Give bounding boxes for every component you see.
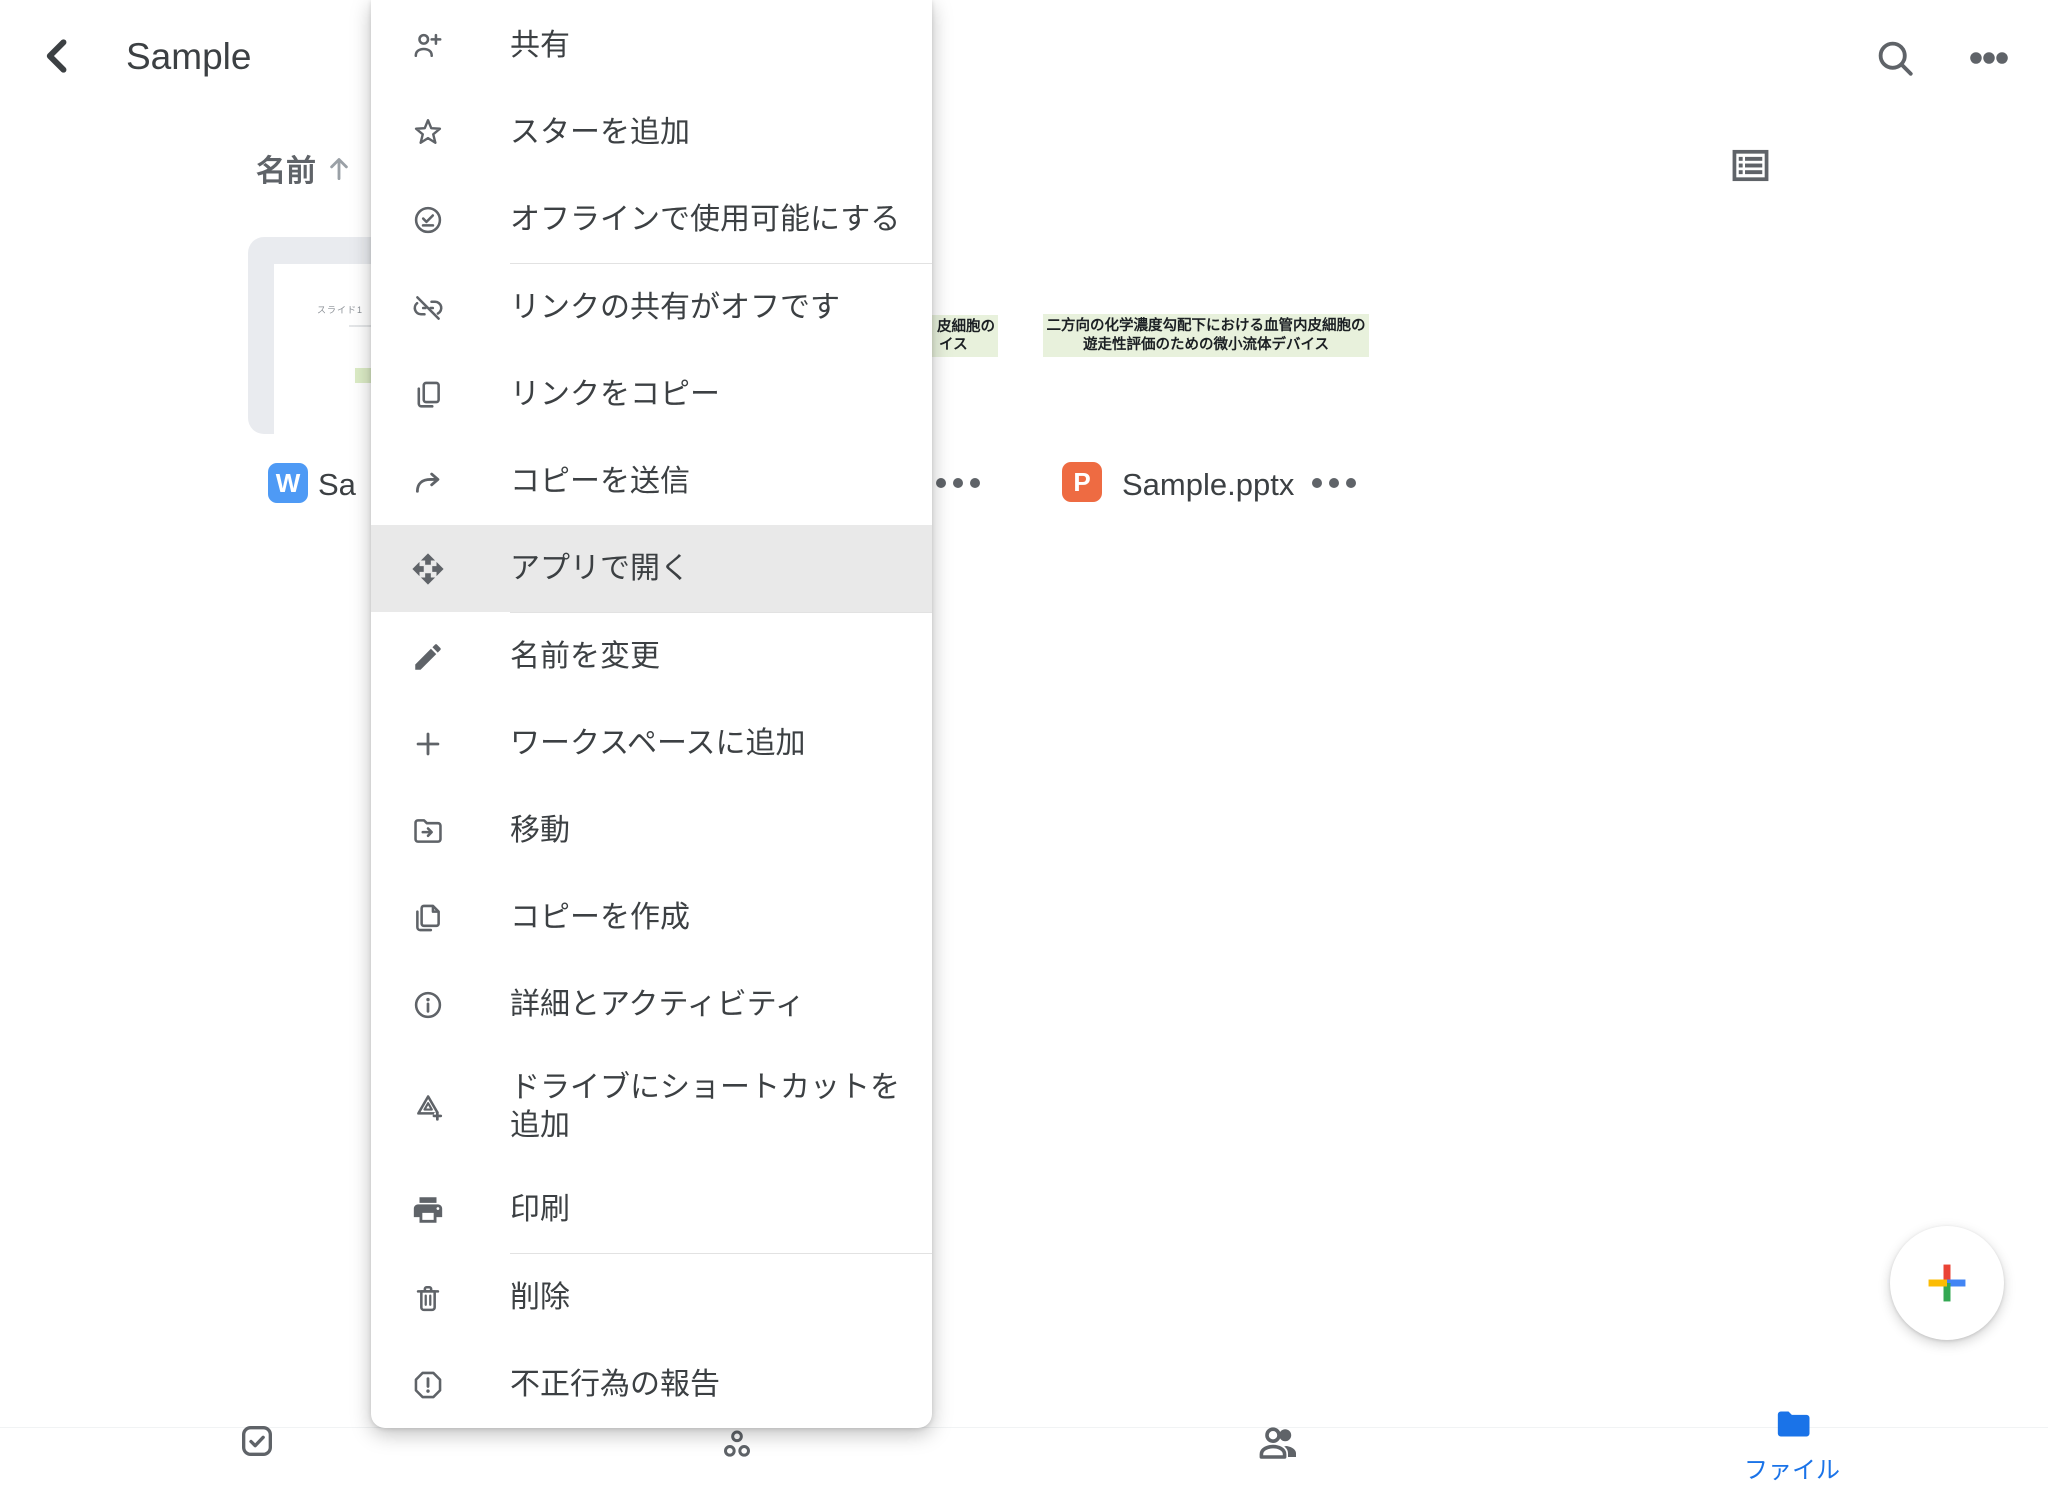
powerpoint-file-badge: P xyxy=(1062,462,1102,502)
pencil-icon xyxy=(411,640,445,674)
menu-item-label: 印刷 xyxy=(510,1191,570,1229)
drive-app-screen: Sample 名前 スライド1 W Sa 皮細胞の イス 二方向の化学濃度勾配下… xyxy=(0,0,2048,1497)
nav-item-files[interactable]: ファイル xyxy=(1742,1404,1842,1485)
person-add-icon xyxy=(411,29,445,63)
menu-item-label: リンクをコピー xyxy=(510,376,720,414)
offline-pin-icon xyxy=(411,203,445,237)
page-title: Sample xyxy=(126,36,251,78)
google-plus-icon xyxy=(1920,1256,1974,1310)
file-name[interactable]: Sample.pptx xyxy=(1122,467,1294,503)
thumbnail-text-fragment: イス xyxy=(939,336,968,355)
nav-item-shared[interactable] xyxy=(1255,1419,1303,1467)
file-more-button[interactable] xyxy=(1312,478,1356,488)
badge-letter: P xyxy=(1073,467,1090,498)
menu-item-label: 詳細とアクティビティ xyxy=(510,986,805,1024)
more-horiz-icon xyxy=(1346,478,1356,488)
star-icon xyxy=(411,116,445,150)
menu-item-link-sharing-off[interactable]: リンクの共有がオフです xyxy=(371,264,932,351)
send-copy-icon xyxy=(411,465,445,499)
menu-item-add-shortcut-to-drive[interactable]: ドライブにショートカットを追加 xyxy=(371,1048,932,1166)
word-file-badge: W xyxy=(268,463,308,503)
nav-item-workspaces[interactable] xyxy=(717,1424,757,1464)
hub-icon xyxy=(717,1424,757,1464)
search-icon xyxy=(1872,35,1918,81)
thumbnail-text-line: 二方向の化学濃度勾配下における血管内皮細胞の xyxy=(1047,317,1366,336)
menu-item-label: リンクの共有がオフです xyxy=(510,289,840,327)
sort-control[interactable]: 名前 xyxy=(256,146,356,190)
nav-item-label: ファイル xyxy=(1742,1450,1842,1485)
menu-item-details-activity[interactable]: 詳細とアクティビティ xyxy=(371,961,932,1048)
menu-item-send-copy[interactable]: コピーを送信 xyxy=(371,438,932,525)
trash-icon xyxy=(411,1281,445,1315)
file-name[interactable]: Sa xyxy=(318,467,356,503)
menu-item-label: 名前を変更 xyxy=(510,638,660,676)
menu-item-copy-link[interactable]: リンクをコピー xyxy=(371,351,932,438)
menu-item-label: ドライブにショートカットを追加 xyxy=(510,1069,912,1145)
menu-item-label: 移動 xyxy=(510,812,570,850)
search-button[interactable] xyxy=(1872,35,1918,81)
bottom-navigation: ファイル xyxy=(0,1427,2048,1497)
people-icon xyxy=(1255,1419,1303,1467)
menu-item-add-to-workspace[interactable]: ワークスペースに追加 xyxy=(371,700,932,787)
file-more-button[interactable] xyxy=(936,478,980,488)
list-view-icon xyxy=(1727,142,1774,189)
menu-item-label: アプリで開く xyxy=(510,550,690,588)
menu-item-open-in-app[interactable]: アプリで開く xyxy=(371,525,932,612)
menu-item-label: ワークスペースに追加 xyxy=(510,725,806,763)
more-horiz-icon xyxy=(1312,478,1322,488)
pptx-thumbnail-title[interactable]: 二方向の化学濃度勾配下における血管内皮細胞の 遊走性評価のための微小流体デバイス xyxy=(1043,314,1369,357)
print-icon xyxy=(411,1193,445,1227)
menu-item-make-copy[interactable]: コピーを作成 xyxy=(371,874,932,961)
copy-icon xyxy=(411,378,445,412)
checkbox-icon xyxy=(237,1421,277,1461)
open-with-icon xyxy=(411,552,445,586)
report-icon xyxy=(411,1368,445,1402)
menu-item-report-abuse[interactable]: 不正行為の報告 xyxy=(371,1341,932,1428)
menu-item-offline[interactable]: オフラインで使用可能にする xyxy=(371,176,932,263)
more-horiz-icon xyxy=(953,478,963,488)
menu-item-share[interactable]: 共有 xyxy=(371,2,932,89)
menu-item-label: 不正行為の報告 xyxy=(510,1366,720,1404)
badge-letter: W xyxy=(276,468,301,499)
more-horiz-icon xyxy=(1329,478,1339,488)
overflow-menu-button[interactable] xyxy=(1966,35,2012,81)
menu-item-label: オフラインで使用可能にする xyxy=(510,201,900,239)
thumbnail-text-line: 遊走性評価のための微小流体デバイス xyxy=(1083,336,1329,355)
back-icon xyxy=(36,34,80,78)
menu-item-delete[interactable]: 削除 xyxy=(371,1254,932,1341)
menu-item-print[interactable]: 印刷 xyxy=(371,1166,932,1253)
view-toggle-button[interactable] xyxy=(1727,142,1774,189)
thumbnail-tiny-title: スライド1 xyxy=(317,303,363,316)
menu-item-move[interactable]: 移動 xyxy=(371,787,932,874)
menu-item-add-star[interactable]: スターを追加 xyxy=(371,89,932,176)
menu-item-label: 共有 xyxy=(510,27,570,65)
nav-item-select[interactable] xyxy=(237,1421,277,1461)
folder-icon xyxy=(1742,1404,1842,1444)
file-copy-icon xyxy=(411,901,445,935)
menu-item-rename[interactable]: 名前を変更 xyxy=(371,613,932,700)
more-horiz-icon xyxy=(1966,35,2012,81)
menu-item-label: コピーを送信 xyxy=(510,463,690,501)
more-horiz-icon xyxy=(970,478,980,488)
back-button[interactable] xyxy=(36,34,80,78)
shortcut-add-icon xyxy=(411,1090,445,1124)
create-fab-button[interactable] xyxy=(1890,1226,2004,1340)
menu-item-label: 削除 xyxy=(510,1279,570,1317)
file-thumbnail-fragment[interactable]: 皮細胞の イス xyxy=(932,315,998,357)
menu-item-label: スターを追加 xyxy=(510,114,690,152)
folder-move-icon xyxy=(411,814,445,848)
more-horiz-icon xyxy=(936,478,946,488)
thumbnail-text-fragment: 皮細胞の xyxy=(937,318,995,337)
plus-icon xyxy=(411,727,445,761)
top-app-bar: Sample xyxy=(0,0,2048,112)
context-menu: 共有スターを追加オフラインで使用可能にするリンクの共有がオフですリンクをコピーコ… xyxy=(371,0,932,1428)
sort-label: 名前 xyxy=(256,146,316,190)
menu-item-label: コピーを作成 xyxy=(510,899,690,937)
arrow-up-icon xyxy=(322,151,356,185)
info-icon xyxy=(411,988,445,1022)
link-off-icon xyxy=(411,291,445,325)
